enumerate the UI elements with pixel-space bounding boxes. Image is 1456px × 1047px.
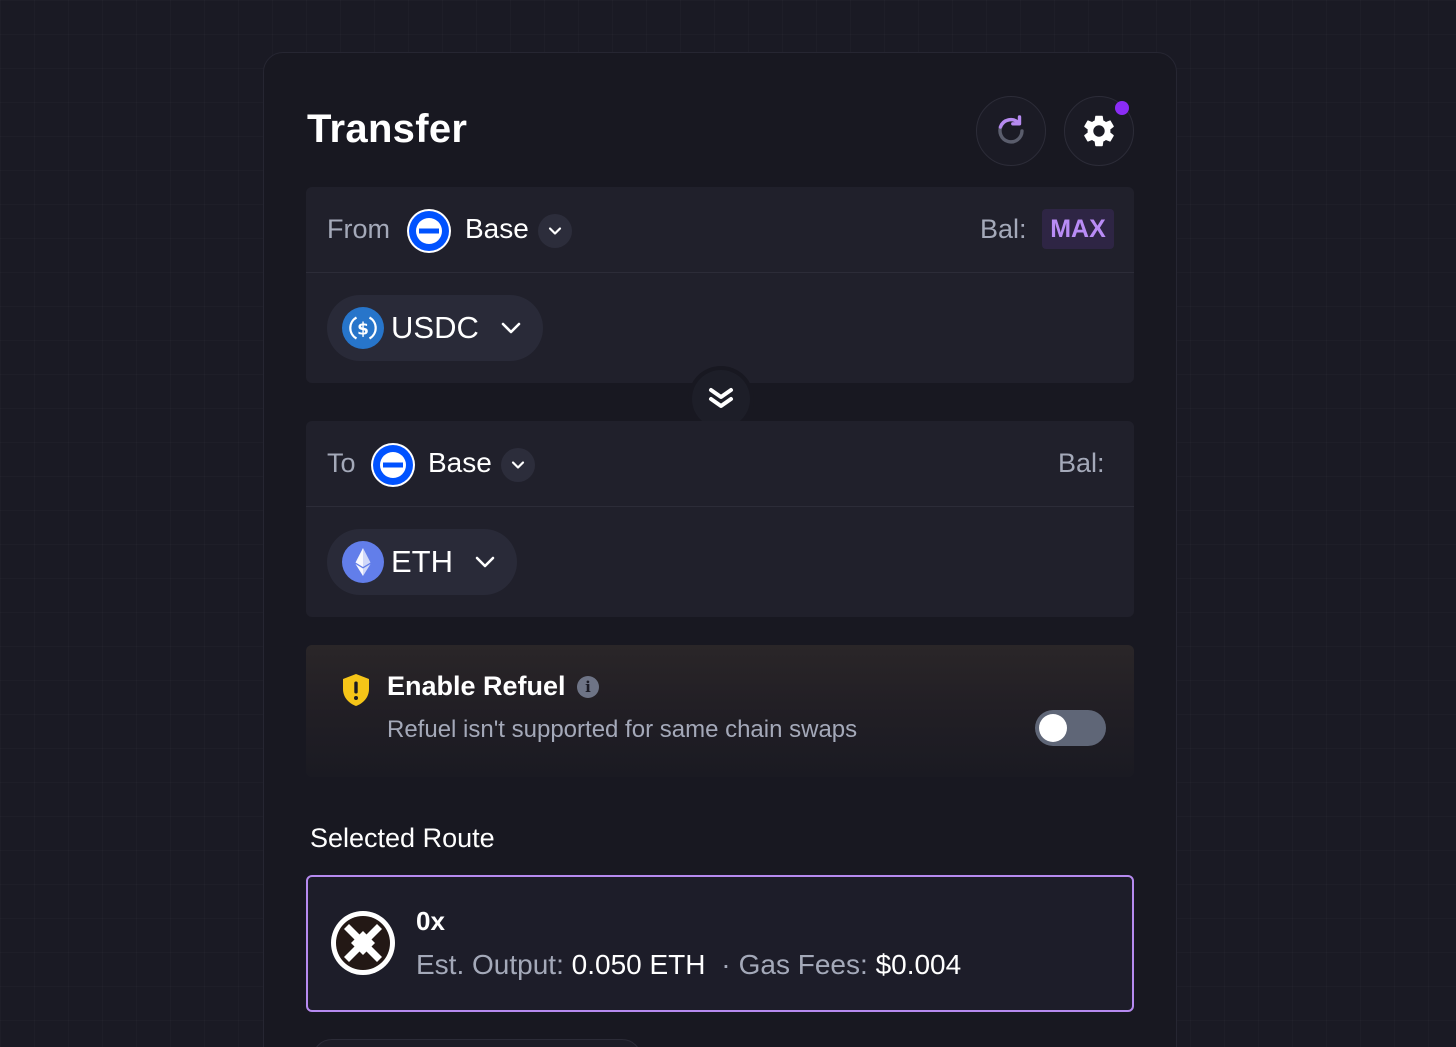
svg-text:$: $	[357, 320, 369, 340]
from-chain-row: From Base Bal: MAX	[306, 187, 1134, 273]
max-button[interactable]: MAX	[1042, 209, 1114, 249]
0x-logo-icon	[331, 911, 395, 975]
to-panel: To Base Bal: ETH	[306, 421, 1134, 617]
to-token-selector[interactable]: ETH	[327, 529, 517, 595]
toggle-knob	[1039, 714, 1067, 742]
est-output-label: Est. Output:	[416, 949, 564, 980]
refresh-icon	[998, 115, 1024, 144]
separator: ·	[721, 949, 731, 980]
to-token-name: ETH	[391, 544, 453, 579]
to-chain-row: To Base Bal:	[306, 421, 1134, 507]
gas-fees-value: $0.004	[875, 949, 962, 980]
from-token-name: USDC	[391, 310, 479, 345]
refresh-button[interactable]	[976, 96, 1046, 166]
settings-button[interactable]	[1064, 96, 1134, 166]
selected-route-card[interactable]: 0x Est. Output: 0.050 ETH · Gas Fees: $0.…	[306, 875, 1134, 1012]
double-chevron-down-icon	[709, 388, 733, 408]
chevron-down-icon	[499, 316, 523, 340]
notification-dot	[1115, 101, 1129, 115]
to-chain-name[interactable]: Base	[428, 447, 492, 479]
eth-icon	[342, 541, 384, 583]
refuel-title: Enable Refuel	[387, 671, 566, 701]
refuel-toggle[interactable]	[1035, 710, 1106, 746]
usdc-icon: $	[342, 307, 384, 349]
chevron-down-icon	[548, 227, 562, 235]
from-balance-label: Bal:	[980, 214, 1027, 244]
from-chain-name[interactable]: Base	[465, 213, 529, 245]
base-chain-icon[interactable]	[371, 443, 415, 487]
info-icon[interactable]: i	[577, 676, 599, 698]
from-label: From	[327, 214, 390, 244]
from-chain-dropdown[interactable]	[538, 214, 572, 248]
to-chain-dropdown[interactable]	[501, 448, 535, 482]
route-heading: Selected Route	[310, 823, 495, 853]
shield-warning-icon	[341, 673, 371, 712]
gear-icon	[1084, 115, 1114, 147]
route-provider-name: 0x	[416, 906, 445, 936]
base-chain-icon[interactable]	[407, 209, 451, 253]
chevron-down-icon	[473, 550, 497, 574]
from-panel: From Base Bal: MAX $ USDC	[306, 187, 1134, 383]
gas-fees-label: Gas Fees:	[738, 949, 868, 980]
chevron-down-icon	[511, 461, 525, 469]
to-label: To	[327, 448, 356, 478]
refuel-subtitle: Refuel isn't supported for same chain sw…	[387, 716, 858, 743]
transfer-card: Transfer From Base Bal: MAX $ USDC To Ba…	[263, 52, 1177, 1047]
from-token-selector[interactable]: $ USDC	[327, 295, 543, 361]
est-output-value: 0.050 ETH	[571, 949, 706, 980]
page-title: Transfer	[307, 107, 468, 151]
bottom-control-partial[interactable]	[312, 1039, 642, 1047]
route-details: Est. Output: 0.050 ETH · Gas Fees: $0.004	[416, 949, 961, 981]
to-balance-label: Bal:	[1058, 448, 1105, 478]
refuel-panel: Enable Refuel i Refuel isn't supported f…	[306, 645, 1134, 777]
